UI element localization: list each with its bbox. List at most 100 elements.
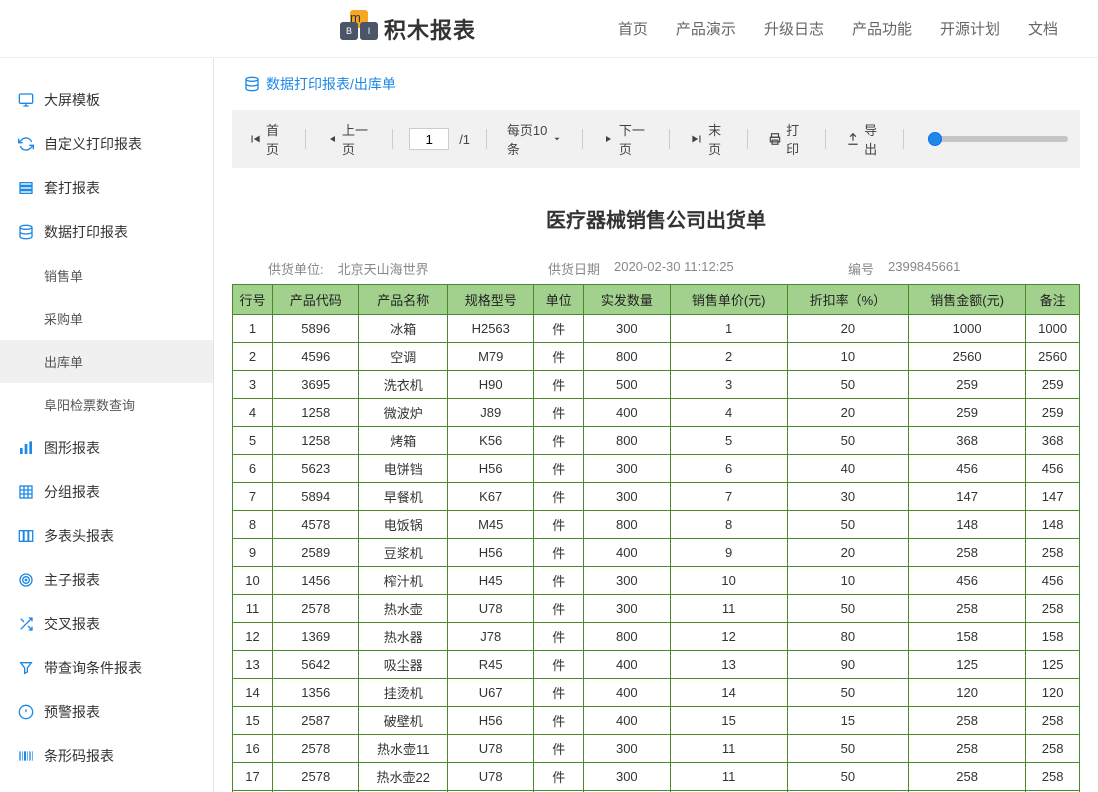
table-cell: 9 — [670, 539, 787, 567]
database-icon — [18, 224, 34, 240]
table-cell: 5 — [670, 427, 787, 455]
sidebar-item[interactable]: 分组报表 — [0, 470, 213, 514]
table-cell: 件 — [534, 651, 584, 679]
table-cell: H45 — [448, 567, 534, 595]
table-cell: 件 — [534, 315, 584, 343]
nav-link[interactable]: 文档 — [1028, 18, 1058, 39]
sidebar-item-label: 自定义打印报表 — [44, 134, 142, 154]
table-cell: 2578 — [273, 735, 359, 763]
page-size-select[interactable]: 每页10条 — [503, 118, 566, 160]
table-cell: 14 — [233, 679, 273, 707]
nav-link[interactable]: 产品功能 — [852, 18, 912, 39]
report-meta: 供货单位:北京天山海世界 供货日期2020-02-30 11:12:25 编号2… — [232, 259, 1080, 278]
sidebar-item[interactable]: 图形报表 — [0, 426, 213, 470]
table-cell: 50 — [787, 511, 908, 539]
table-cell: K67 — [448, 483, 534, 511]
table-cell: 50 — [787, 735, 908, 763]
nav-link[interactable]: 首页 — [618, 18, 648, 39]
sidebar-item[interactable]: 带查询条件报表 — [0, 646, 213, 690]
data-table: 行号产品代码产品名称规格型号单位实发数量销售单价(元)折扣率（%）销售金额(元)… — [232, 284, 1080, 792]
table-cell: 258 — [1026, 595, 1080, 623]
sidebar-item-label: 套打报表 — [44, 178, 100, 198]
sidebar-item[interactable]: 预警报表 — [0, 690, 213, 734]
sidebar-item[interactable]: 套打报表 — [0, 166, 213, 210]
table-cell: 2578 — [273, 763, 359, 791]
table-cell: 400 — [584, 707, 670, 735]
export-button[interactable]: 导出 — [842, 118, 887, 160]
table-cell: 2560 — [909, 343, 1026, 371]
table-cell: 456 — [909, 567, 1026, 595]
sidebar-subitem[interactable]: 采购单 — [0, 297, 213, 340]
table-cell: 9 — [233, 539, 273, 567]
table-cell: 6 — [670, 455, 787, 483]
table-cell: U67 — [448, 679, 534, 707]
next-page-button[interactable]: 下一页 — [599, 118, 653, 160]
table-header: 产品代码 — [273, 285, 359, 315]
sidebar-item[interactable]: 自定义打印报表 — [0, 122, 213, 166]
table-body: 15896冰箱H2563件3001201000100024596空调M79件80… — [233, 315, 1080, 792]
table-cell: 破壁机 — [359, 707, 448, 735]
target-icon — [18, 572, 34, 588]
export-icon — [846, 132, 860, 146]
report-title: 医疗器械销售公司出货单 — [232, 204, 1080, 233]
table-row: 65623电饼铛H56件300640456456 — [233, 455, 1080, 483]
table-header: 备注 — [1026, 285, 1080, 315]
toolbar: 首页 上一页 /1 每页10条 下一页 末页 — [232, 110, 1080, 168]
table-cell: 电饼铛 — [359, 455, 448, 483]
table-cell: 8 — [233, 511, 273, 539]
table-cell: 3695 — [273, 371, 359, 399]
table-cell: 158 — [1026, 623, 1080, 651]
table-cell: 件 — [534, 399, 584, 427]
table-cell: 热水器 — [359, 623, 448, 651]
table-cell: 456 — [909, 455, 1026, 483]
table-row: 112578热水壶U78件3001150258258 — [233, 595, 1080, 623]
table-cell: 6 — [233, 455, 273, 483]
table-cell: 12 — [233, 623, 273, 651]
table-cell: 烤箱 — [359, 427, 448, 455]
table-cell: 热水壶 — [359, 595, 448, 623]
table-cell: 300 — [584, 735, 670, 763]
table-cell: 300 — [584, 595, 670, 623]
table-cell: 10 — [233, 567, 273, 595]
table-cell: 4596 — [273, 343, 359, 371]
page-input[interactable] — [409, 128, 449, 150]
print-icon — [768, 132, 782, 146]
report: 医疗器械销售公司出货单 供货单位:北京天山海世界 供货日期2020-02-30 … — [214, 168, 1098, 792]
sidebar-subitem[interactable]: 阜阳检票数查询 — [0, 383, 213, 426]
sidebar-item[interactable]: 交叉报表 — [0, 602, 213, 646]
sidebar-item[interactable]: 条形码报表 — [0, 734, 213, 778]
sidebar-item[interactable]: 数据打印报表 — [0, 210, 213, 254]
first-page-button[interactable]: 首页 — [244, 118, 289, 160]
table-cell: 258 — [909, 539, 1026, 567]
sidebar-subitem[interactable]: 出库单 — [0, 340, 213, 383]
sidebar-item-label: 交叉报表 — [44, 614, 100, 634]
print-button[interactable]: 打印 — [764, 118, 809, 160]
table-cell: 空调 — [359, 343, 448, 371]
table-header: 行号 — [233, 285, 273, 315]
table-cell: 300 — [584, 315, 670, 343]
table-cell: R45 — [448, 651, 534, 679]
sidebar-item[interactable]: 主子报表 — [0, 558, 213, 602]
nav-link[interactable]: 升级日志 — [764, 18, 824, 39]
table-row: 172578热水壶22U78件3001150258258 — [233, 763, 1080, 791]
logo-icon: mBI — [340, 10, 378, 48]
table-cell: 1456 — [273, 567, 359, 595]
table-cell: 400 — [584, 399, 670, 427]
alert-icon — [18, 704, 34, 720]
table-cell: 258 — [1026, 539, 1080, 567]
breadcrumb-text: 数据打印报表/出库单 — [266, 74, 396, 94]
top-nav: 首页 产品演示 升级日志 产品功能 开源计划 文档 — [618, 18, 1058, 39]
table-cell: 13 — [233, 651, 273, 679]
sidebar-item[interactable]: 多表头报表 — [0, 514, 213, 558]
sidebar-subitem[interactable]: 销售单 — [0, 254, 213, 297]
last-page-button[interactable]: 末页 — [686, 118, 731, 160]
database-icon — [244, 76, 260, 92]
logo[interactable]: mBI 积木报表 — [340, 10, 476, 48]
table-header: 销售金额(元) — [909, 285, 1026, 315]
zoom-slider[interactable] — [928, 136, 1068, 142]
nav-link[interactable]: 产品演示 — [676, 18, 736, 39]
nav-link[interactable]: 开源计划 — [940, 18, 1000, 39]
sidebar-item[interactable]: 大屏模板 — [0, 78, 213, 122]
prev-page-button[interactable]: 上一页 — [322, 118, 376, 160]
table-cell: 5623 — [273, 455, 359, 483]
